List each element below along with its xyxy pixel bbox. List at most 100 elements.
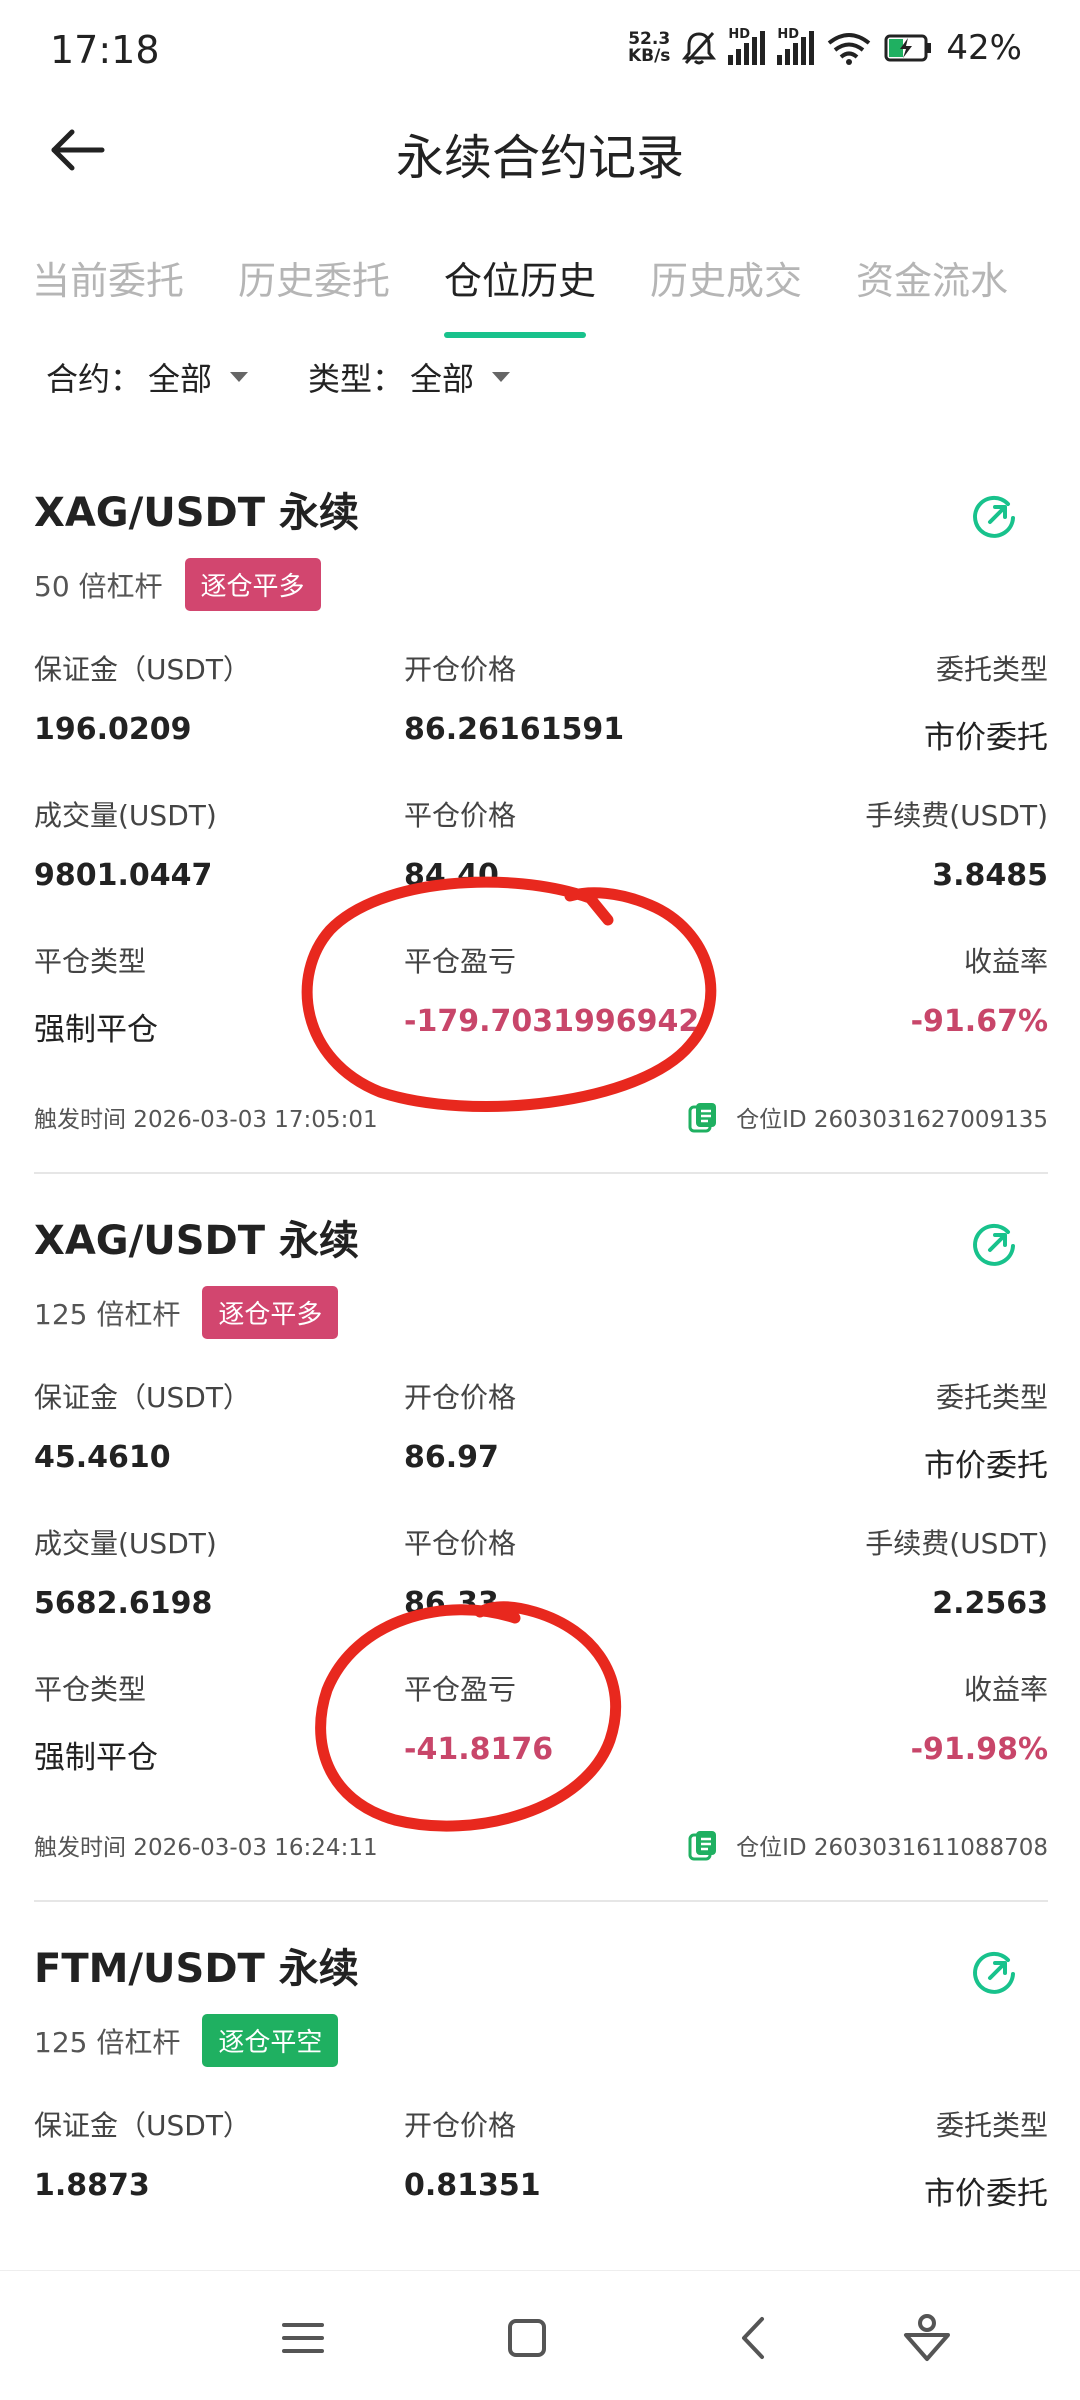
order-type-label: 委托类型 <box>935 653 1048 686</box>
position-id-row: 仓位ID 2603031627009135 <box>688 1100 1048 1134</box>
net-speed: 52.3 KB/s <box>628 31 670 65</box>
leverage-row: 125 倍杠杆 逐仓平多 <box>34 1286 339 1339</box>
margin-label: 保证金（USDT） <box>34 1381 251 1414</box>
detail-row: 保证金（USDT） 1.8873 开仓价格 0.81351 委托类型 市价委托 <box>34 2104 1048 2250</box>
open-price-value: 86.97 <box>404 1440 499 1475</box>
detail-row: 平仓类型强制平仓 平仓盈亏 -41.8176 收益率 -91.98% <box>34 1668 1048 1814</box>
volume-label: 成交量(USDT) <box>34 1527 217 1560</box>
tab-order-history[interactable]: 历史委托 <box>238 250 390 305</box>
fee-value: 3.8485 <box>932 858 1048 893</box>
share-icon[interactable] <box>968 490 1020 542</box>
margin-value: 1.8873 <box>34 2168 150 2203</box>
page-title: 永续合约记录 <box>395 130 684 186</box>
fee-label: 手续费(USDT) <box>865 799 1048 832</box>
position-card: FTM/USDT 永续 125 倍杠杆 逐仓平空 保证金（USDT） 1.8873… <box>34 1936 1048 2266</box>
trigger-time: 触发时间 2026-03-03 17:05:01 <box>34 1107 378 1133</box>
close-pnl-value: -179.7031996942 <box>404 1004 700 1039</box>
position-id: 仓位ID 2603031627009135 <box>736 1107 1048 1133</box>
position-symbol: XAG/USDT 永续 <box>34 1218 359 1264</box>
order-type-label: 委托类型 <box>935 2109 1048 2142</box>
close-price-value: 86.33 <box>404 1586 499 1621</box>
order-type-label: 委托类型 <box>935 1381 1048 1414</box>
position-details: 保证金（USDT） 196.0209 开仓价格 86.26161591 委托类型市价… <box>34 648 1048 1086</box>
copy-icon[interactable] <box>688 1829 718 1861</box>
order-type-value: 市价委托 <box>924 2176 1048 2212</box>
order-type-value: 市价委托 <box>924 720 1048 756</box>
contract-filter-value: 全部 <box>148 360 213 398</box>
battery-percent: 42% <box>946 28 1022 68</box>
yield-value: -91.98% <box>910 1732 1048 1767</box>
mute-bell-icon <box>682 31 717 65</box>
leverage-label: 125 倍杠杆 <box>34 2025 181 2059</box>
trigger-time: 触发时间 2026-03-03 16:24:11 <box>34 1835 378 1861</box>
volume-value: 5682.6198 <box>34 1586 213 1621</box>
detail-row: 成交量(USDT) 5682.6198 平仓价格 86.33 手续费(USDT) 2.… <box>34 1522 1048 1668</box>
active-tab-indicator <box>444 332 586 338</box>
fee-label: 手续费(USDT) <box>865 1527 1048 1560</box>
home-square-icon[interactable] <box>500 2311 554 2365</box>
position-details: 保证金（USDT） 1.8873 开仓价格 0.81351 委托类型 市价委托 <box>34 2104 1048 2250</box>
position-side-badge: 逐仓平多 <box>184 558 321 611</box>
net-speed-unit: KB/s <box>627 46 671 66</box>
menu-icon[interactable] <box>276 2311 330 2365</box>
app-header: 永续合约记录 <box>0 100 1080 220</box>
close-pnl-label: 平仓盈亏 <box>404 945 517 978</box>
hd-signal-icon: HD <box>728 27 766 65</box>
close-pnl-value: -41.8176 <box>404 1732 554 1767</box>
tab-fund-flow[interactable]: 资金流水 <box>856 250 1008 305</box>
card-divider <box>34 1900 1048 1902</box>
position-card: XAG/USDT 永续 50 倍杠杆 逐仓平多 保证金（USDT） 196.020… <box>34 480 1048 1180</box>
share-icon[interactable] <box>968 1218 1020 1270</box>
status-icons: 52.3 KB/s HD HD 42% <box>628 27 1022 68</box>
hd-signal-icon: HD <box>777 27 815 65</box>
margin-label: 保证金（USDT） <box>34 2109 251 2142</box>
status-bar: 17:18 52.3 KB/s HD HD 42% <box>0 0 1080 100</box>
margin-label: 保证金（USDT） <box>34 653 251 686</box>
leverage-row: 125 倍杠杆 逐仓平空 <box>34 2014 339 2067</box>
open-price-label: 开仓价格 <box>404 653 517 686</box>
leverage-label: 125 倍杠杆 <box>34 1297 181 1331</box>
close-type-value: 强制平仓 <box>34 1740 158 1776</box>
position-side-badge: 逐仓平空 <box>202 2014 339 2067</box>
tab-trade-history[interactable]: 历史成交 <box>650 250 802 305</box>
system-nav-bar <box>0 2270 1080 2400</box>
open-price-value: 86.26161591 <box>404 712 625 747</box>
contract-filter-label: 合约： <box>46 360 143 398</box>
position-details: 保证金（USDT） 45.4610 开仓价格 86.97 委托类型 市价委托 成交量(… <box>34 1376 1048 1814</box>
wifi-icon <box>828 33 871 65</box>
close-price-label: 平仓价格 <box>404 1527 517 1560</box>
yield-label: 收益率 <box>963 945 1048 978</box>
type-filter[interactable]: 类型： 全部 <box>308 352 511 402</box>
detail-row: 成交量(USDT) 9801.0447 平仓价格 84.40 手续费(USDT) 3.… <box>34 794 1048 940</box>
volume-label: 成交量(USDT) <box>34 799 217 832</box>
yield-label: 收益率 <box>963 1673 1048 1706</box>
tab-bar: 当前委托 历史委托 仓位历史 历史成交 资金流水 <box>0 240 1080 340</box>
copy-icon[interactable] <box>688 1101 718 1133</box>
open-price-label: 开仓价格 <box>404 2109 517 2142</box>
close-pnl-label: 平仓盈亏 <box>404 1673 517 1706</box>
position-card: XAG/USDT 永续 125 倍杠杆 逐仓平多 保证金（USDT） 45.461… <box>34 1208 1048 1908</box>
position-symbol: FTM/USDT 永续 <box>34 1946 359 1992</box>
detail-row: 平仓类型 强制平仓 平仓盈亏 -179.7031996942 收益率 -91.67% <box>34 940 1048 1086</box>
open-price-label: 开仓价格 <box>404 1381 517 1414</box>
volume-value: 9801.0447 <box>34 858 213 893</box>
back-chevron-icon[interactable] <box>728 2311 782 2365</box>
card-divider <box>34 1172 1048 1174</box>
position-side-badge: 逐仓平多 <box>202 1286 339 1339</box>
detail-row: 保证金（USDT） 196.0209 开仓价格 86.26161591 委托类型市价… <box>34 648 1048 794</box>
detail-row: 保证金（USDT） 45.4610 开仓价格 86.97 委托类型 市价委托 <box>34 1376 1048 1522</box>
close-price-value: 84.40 <box>404 858 499 893</box>
tab-position-history[interactable]: 仓位历史 <box>444 250 596 305</box>
share-icon[interactable] <box>968 1946 1020 1998</box>
contract-filter[interactable]: 合约： 全部 <box>46 352 249 402</box>
tab-current-orders[interactable]: 当前委托 <box>32 250 184 305</box>
type-filter-value: 全部 <box>410 360 475 398</box>
type-filter-label: 类型： <box>308 360 405 398</box>
close-type-label: 平仓类型 <box>34 945 147 978</box>
close-type-label: 平仓类型 <box>34 1673 147 1706</box>
margin-value: 196.0209 <box>34 712 192 747</box>
order-type-value: 市价委托 <box>924 1448 1048 1484</box>
assistant-icon[interactable] <box>900 2311 954 2365</box>
leverage-row: 50 倍杠杆 逐仓平多 <box>34 558 321 611</box>
close-type-value: 强制平仓 <box>34 1012 158 1048</box>
